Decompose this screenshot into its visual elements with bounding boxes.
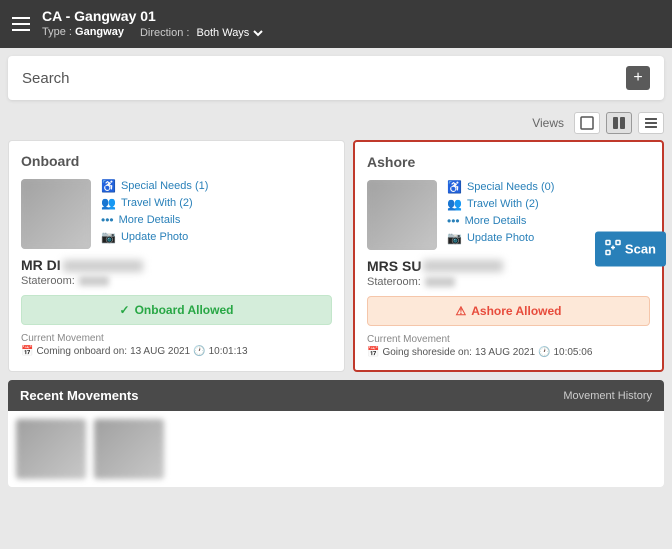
views-row: Views — [0, 108, 672, 140]
app-title: CA - Gangway 01 — [42, 8, 660, 24]
app-header: CA - Gangway 01 Type : Gangway Direction… — [0, 0, 672, 48]
ashore-movement-text: 📅 Going shoreside on: 13 AUG 2021 🕐 10:0… — [367, 347, 650, 358]
direction-label: Direction : Both Ways Onboard Ashore — [140, 26, 266, 40]
recent-thumb-1[interactable] — [16, 419, 86, 479]
cards-container: Onboard ♿ Special Needs (1) 👥 Travel Wit… — [0, 140, 672, 372]
type-label: Type : Gangway — [42, 26, 124, 40]
checkmark-icon: ✓ — [120, 303, 130, 317]
recent-movements-header: Recent Movements Movement History — [8, 380, 664, 411]
onboard-avatar — [21, 179, 91, 249]
calendar-icon: 📅 — [21, 346, 33, 357]
search-add-button[interactable]: + — [626, 66, 650, 90]
warning-icon: ⚠ — [456, 304, 467, 318]
more-details-ashore-icon: ••• — [447, 214, 460, 228]
special-needs-icon: ♿ — [101, 179, 116, 193]
clock-ashore-icon: 🕐 — [538, 347, 550, 358]
movement-history-link[interactable]: Movement History — [563, 390, 652, 402]
scan-icon — [605, 240, 621, 259]
direction-select[interactable]: Both Ways Onboard Ashore — [193, 26, 266, 40]
hamburger-menu[interactable] — [12, 17, 30, 31]
travel-with-ashore[interactable]: 👥 Travel With (2) — [447, 197, 650, 211]
clock-icon: 🕐 — [193, 346, 205, 357]
view-list-icon — [644, 116, 658, 130]
recent-thumb-2[interactable] — [94, 419, 164, 479]
onboard-stateroom: Stateroom: — [21, 275, 332, 287]
view-double-button[interactable] — [606, 112, 632, 134]
view-list-button[interactable] — [638, 112, 664, 134]
view-single-button[interactable] — [574, 112, 600, 134]
more-details-icon: ••• — [101, 213, 114, 227]
recent-title: Recent Movements — [20, 388, 138, 403]
travel-with-onboard[interactable]: 👥 Travel With (2) — [101, 196, 332, 210]
travel-with-ashore-icon: 👥 — [447, 197, 462, 211]
scan-button[interactable]: Scan — [595, 232, 666, 267]
ashore-status-button[interactable]: ⚠ Ashore Allowed — [367, 296, 650, 326]
update-photo-onboard[interactable]: 📷 Update Photo — [101, 230, 332, 244]
travel-with-icon: 👥 — [101, 196, 116, 210]
onboard-card-body: ♿ Special Needs (1) 👥 Travel With (2) ••… — [21, 179, 332, 249]
ashore-stateroom: Stateroom: — [367, 276, 650, 288]
search-label: Search — [22, 70, 70, 87]
camera-icon: 📷 — [101, 230, 116, 244]
onboard-movement-text: 📅 Coming onboard on: 13 AUG 2021 🕐 10:01… — [21, 346, 332, 357]
ashore-avatar — [367, 180, 437, 250]
onboard-details: ♿ Special Needs (1) 👥 Travel With (2) ••… — [101, 179, 332, 249]
onboard-person-name: MR DI — [21, 257, 332, 273]
camera-ashore-icon: 📷 — [447, 231, 462, 245]
onboard-card-header: Onboard — [21, 153, 332, 169]
ashore-card-header: Ashore — [367, 154, 650, 170]
onboard-movement-label: Current Movement — [21, 333, 332, 344]
more-details-onboard[interactable]: ••• More Details — [101, 213, 332, 227]
calendar-ashore-icon: 📅 — [367, 347, 379, 358]
ashore-movement-label: Current Movement — [367, 334, 650, 345]
onboard-status-button[interactable]: ✓ Onboard Allowed — [21, 295, 332, 325]
onboard-card: Onboard ♿ Special Needs (1) 👥 Travel Wit… — [8, 140, 345, 372]
views-label: Views — [532, 116, 564, 130]
special-needs-onboard[interactable]: ♿ Special Needs (1) — [101, 179, 332, 193]
header-subtitle: Type : Gangway Direction : Both Ways Onb… — [42, 26, 660, 40]
header-info: CA - Gangway 01 Type : Gangway Direction… — [42, 8, 660, 40]
more-details-ashore[interactable]: ••• More Details — [447, 214, 650, 228]
view-single-icon — [580, 116, 594, 130]
ashore-card-wrapper: Ashore ♿ Special Needs (0) 👥 Travel With… — [353, 140, 664, 372]
view-double-icon — [612, 116, 626, 130]
special-needs-ashore-icon: ♿ — [447, 180, 462, 194]
recent-thumbnails — [8, 411, 664, 487]
search-bar: Search + — [8, 56, 664, 100]
special-needs-ashore[interactable]: ♿ Special Needs (0) — [447, 180, 650, 194]
